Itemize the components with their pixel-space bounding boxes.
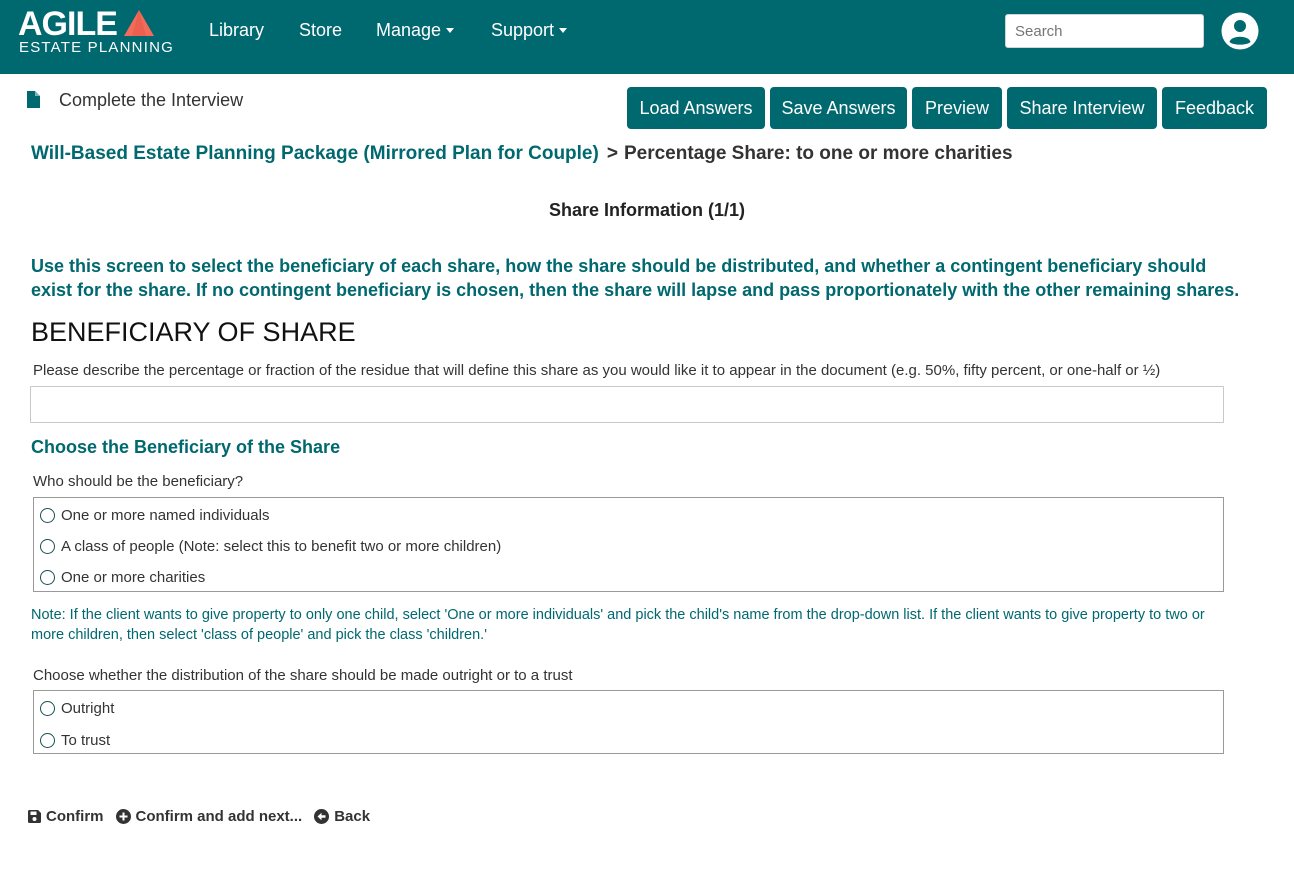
logo-subtitle: ESTATE PLANNING	[19, 39, 174, 56]
nav-support[interactable]: Support	[491, 20, 568, 41]
radio-label: To trust	[61, 732, 111, 749]
breadcrumb-parent-link[interactable]: Will-Based Estate Planning Package (Mirr…	[31, 143, 599, 164]
agile-logo[interactable]: AGILE ESTATE PLANNING	[18, 5, 173, 57]
nav-manage[interactable]: Manage	[376, 20, 455, 41]
share-interview-button[interactable]: Share Interview	[1007, 87, 1157, 129]
user-avatar-icon[interactable]	[1221, 12, 1259, 50]
confirm-and-add-next-button[interactable]: Confirm and add next...	[115, 808, 303, 825]
distribution-question-label: Choose whether the distribution of the s…	[33, 667, 573, 684]
plus-circle-icon	[115, 809, 131, 824]
load-answers-button[interactable]: Load Answers	[627, 87, 765, 129]
preview-button[interactable]: Preview	[912, 87, 1002, 129]
chevron-down-icon	[446, 28, 455, 33]
nav-library[interactable]: Library	[209, 20, 264, 41]
nav-store[interactable]: Store	[299, 20, 342, 41]
arrow-left-circle-icon	[314, 809, 330, 824]
confirm-add-label: Confirm and add next...	[135, 808, 303, 825]
intro-text: Use this screen to select the beneficiar…	[31, 256, 1240, 300]
radio-option-class-of-people[interactable]: A class of people (Note: select this to …	[40, 538, 501, 555]
page-heading: Complete the Interview	[59, 90, 244, 110]
beneficiary-heading: BENEFICIARY OF SHARE	[31, 317, 356, 347]
feedback-button[interactable]: Feedback	[1162, 87, 1267, 129]
share-percentage-input[interactable]	[30, 386, 1224, 423]
nav-manage-label: Manage	[376, 20, 442, 40]
radio-option-outright[interactable]: Outright	[40, 700, 114, 717]
radio-option-named-individuals[interactable]: One or more named individuals	[40, 507, 269, 524]
beneficiary-question-label: Who should be the beneficiary?	[33, 473, 244, 490]
breadcrumb-current: Percentage Share: to one or more chariti…	[623, 143, 1013, 164]
radio-button[interactable]	[40, 539, 55, 554]
radio-label: A class of people (Note: select this to …	[61, 538, 502, 555]
radio-label: One or more charities	[61, 569, 206, 586]
beneficiary-note: Note: If the client wants to give proper…	[31, 607, 1205, 643]
radio-option-to-trust[interactable]: To trust	[40, 732, 110, 749]
chevron-down-icon	[559, 28, 568, 33]
confirm-button[interactable]: Confirm	[28, 808, 104, 825]
nav-support-label: Support	[491, 20, 555, 40]
logo-word: AGILE	[18, 5, 118, 43]
beneficiary-radio-group: One or more named individuals A class of…	[33, 497, 1224, 592]
radio-button[interactable]	[40, 570, 55, 585]
radio-label: Outright	[61, 700, 115, 717]
beneficiary-subhead: Choose the Beneficiary of the Share	[31, 437, 341, 457]
form-actions: Confirm Confirm and add next... Back	[28, 808, 382, 825]
radio-label: One or more named individuals	[61, 507, 270, 524]
save-icon	[28, 810, 41, 823]
radio-button[interactable]	[40, 701, 55, 716]
share-question-label: Please describe the percentage or fracti…	[33, 362, 1161, 379]
confirm-label: Confirm	[46, 808, 104, 825]
radio-button[interactable]	[40, 733, 55, 748]
distribution-radio-group: Outright To trust	[33, 690, 1224, 754]
back-button[interactable]: Back	[314, 808, 370, 825]
radio-button[interactable]	[40, 508, 55, 523]
search-input[interactable]	[1005, 14, 1204, 48]
back-label: Back	[334, 808, 371, 825]
section-title: Share Information (1/1)	[548, 200, 746, 220]
breadcrumb: Will-Based Estate Planning Package (Mirr…	[31, 143, 1013, 165]
breadcrumb-separator: >	[606, 143, 618, 164]
document-icon	[27, 91, 40, 108]
save-answers-button[interactable]: Save Answers	[770, 87, 907, 129]
top-navbar: AGILE ESTATE PLANNING Library Store Mana…	[0, 0, 1294, 74]
radio-option-charities[interactable]: One or more charities	[40, 569, 205, 586]
logo-triangle-icon	[124, 10, 154, 36]
